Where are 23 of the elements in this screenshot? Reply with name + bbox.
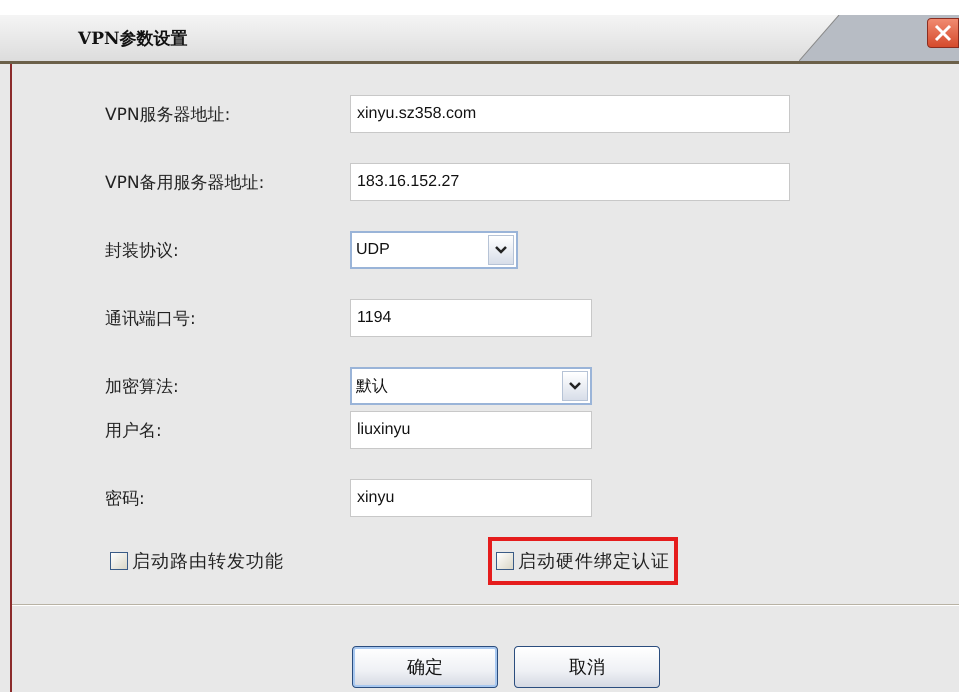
field-label: 封装协议: — [104, 240, 180, 262]
window-title: VPN参数设置 — [78, 28, 188, 50]
field-label: VPN备用服务器地址: — [104, 172, 266, 194]
dialog-button[interactable]: 取消 — [514, 646, 660, 688]
dropdown[interactable]: 默认 — [350, 367, 592, 405]
field-label: VPN服务器地址: — [104, 104, 232, 126]
field-label: 用户名: — [104, 420, 163, 442]
text-field[interactable]: xinyu.sz358.com — [350, 95, 790, 133]
close-icon[interactable] — [933, 23, 953, 43]
close-button[interactable] — [927, 18, 959, 48]
text-field[interactable]: liuxinyu — [350, 411, 592, 449]
checkbox[interactable] — [496, 552, 514, 570]
checkbox[interactable] — [110, 552, 128, 570]
text-field[interactable]: 183.16.152.27 — [350, 163, 790, 201]
dropdown[interactable]: UDP — [350, 231, 518, 269]
field-label: 加密算法: — [104, 376, 180, 398]
text-field[interactable]: xinyu — [350, 479, 592, 517]
text-field[interactable]: 1194 — [350, 299, 592, 337]
field-label: 通讯端口号: — [104, 308, 197, 330]
field-label: 密码: — [104, 488, 146, 510]
checkbox-label[interactable]: 启动硬件绑定认证 — [518, 549, 670, 573]
dialog-button[interactable]: 确定 — [352, 646, 498, 688]
checkbox-label[interactable]: 启动路由转发功能 — [132, 549, 284, 573]
